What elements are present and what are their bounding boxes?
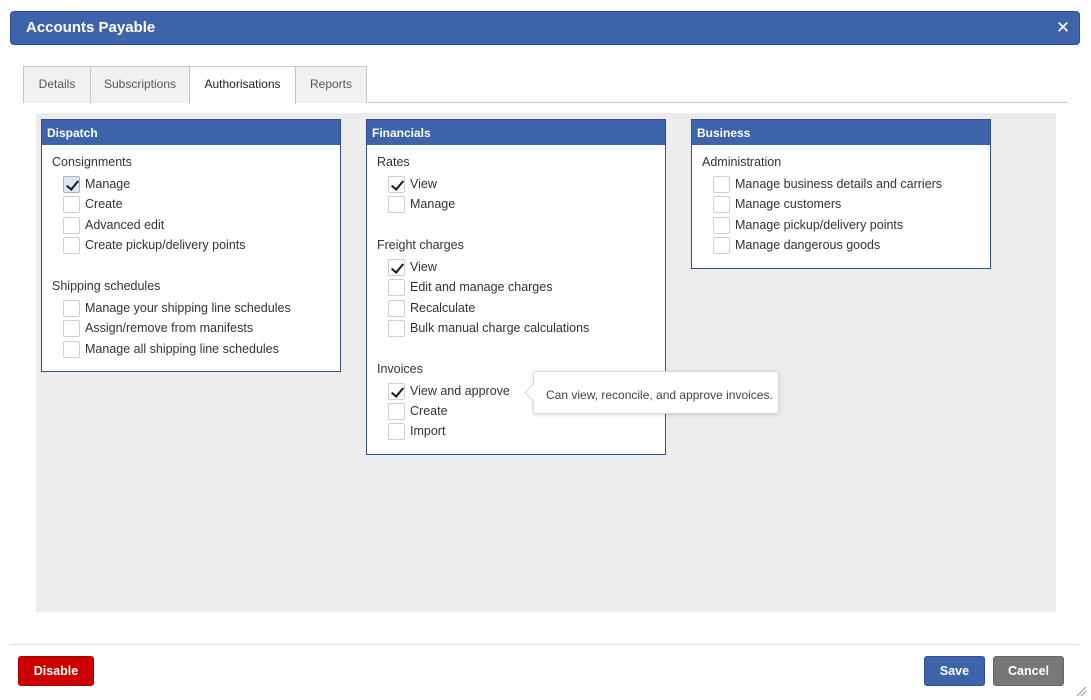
group-title-consignments: Consignments bbox=[52, 155, 132, 169]
disable-button[interactable]: Disable bbox=[18, 656, 94, 686]
tab-authorisations[interactable]: Authorisations bbox=[189, 66, 296, 104]
checkbox-invoices-create[interactable] bbox=[388, 403, 405, 420]
checkbox-label: View bbox=[410, 177, 437, 191]
checkbox-rates-manage[interactable] bbox=[388, 196, 405, 213]
panel-dispatch: Dispatch Consignments Manage Create Adva… bbox=[41, 119, 341, 372]
group-title-shipping-schedules: Shipping schedules bbox=[52, 279, 161, 293]
tab-details[interactable]: Details bbox=[23, 66, 91, 103]
checkbox-manage-customers[interactable] bbox=[713, 196, 730, 213]
group-title-administration: Administration bbox=[702, 155, 782, 169]
panel-header-business: Business bbox=[692, 120, 990, 145]
checkbox-manage-business-details[interactable] bbox=[713, 176, 730, 193]
group-title-rates: Rates bbox=[377, 155, 410, 169]
checkbox-label: Import bbox=[410, 424, 446, 438]
checkbox-label: Manage all shipping line schedules bbox=[85, 342, 279, 356]
checkbox-freight-bulk-manual[interactable] bbox=[388, 320, 405, 337]
checkbox-label: Manage bbox=[410, 197, 456, 211]
close-icon[interactable]: ✕ bbox=[1055, 19, 1071, 36]
group-title-freight-charges: Freight charges bbox=[377, 238, 464, 252]
cancel-button[interactable]: Cancel bbox=[993, 656, 1064, 686]
panel-business: Business Administration Manage business … bbox=[691, 119, 991, 269]
tab-subscriptions[interactable]: Subscriptions bbox=[90, 66, 190, 103]
checkbox-label: Create pickup/delivery points bbox=[85, 238, 246, 252]
checkbox-label: Assign/remove from manifests bbox=[85, 321, 254, 335]
panel-header-financials: Financials bbox=[367, 120, 665, 145]
checkbox-label: Create bbox=[85, 197, 123, 211]
group-title-invoices: Invoices bbox=[377, 362, 423, 376]
tooltip-text: Can view, reconcile, and approve invoice… bbox=[546, 388, 773, 402]
checkbox-manage-your-schedules[interactable] bbox=[63, 300, 80, 317]
tooltip: Can view, reconcile, and approve invoice… bbox=[533, 371, 779, 414]
checkbox-label: Manage pickup/delivery points bbox=[735, 218, 904, 232]
checkbox-label: Create bbox=[410, 404, 448, 418]
checkbox-label: Manage dangerous goods bbox=[735, 238, 881, 252]
checkbox-invoices-import[interactable] bbox=[388, 423, 405, 440]
checkbox-consignments-manage[interactable] bbox=[63, 176, 80, 193]
checkbox-rates-view[interactable] bbox=[388, 176, 405, 193]
checkbox-label: Bulk manual charge calculations bbox=[410, 321, 590, 335]
checkbox-consignments-advanced-edit[interactable] bbox=[63, 217, 80, 234]
checkbox-label: Manage customers bbox=[735, 197, 842, 211]
checkbox-manage-pickup-points[interactable] bbox=[713, 217, 730, 234]
checkbox-label: Manage your shipping line schedules bbox=[85, 301, 291, 315]
checkbox-invoices-view-approve[interactable] bbox=[388, 383, 405, 400]
checkbox-consignments-create-pickup[interactable] bbox=[63, 237, 80, 254]
checkbox-label: Edit and manage charges bbox=[410, 280, 553, 294]
panel-header-dispatch: Dispatch bbox=[42, 120, 340, 145]
dialog-titlebar: Accounts Payable ✕ bbox=[10, 11, 1080, 45]
resize-grip-icon[interactable] bbox=[1075, 685, 1087, 697]
checkbox-label: Advanced edit bbox=[85, 218, 165, 232]
checkbox-label: Manage bbox=[85, 177, 131, 191]
checkbox-freight-recalculate[interactable] bbox=[388, 300, 405, 317]
checkbox-freight-view[interactable] bbox=[388, 259, 405, 276]
checkbox-manage-all-schedules[interactable] bbox=[63, 341, 80, 358]
checkbox-label: Manage business details and carriers bbox=[735, 177, 943, 191]
tab-reports[interactable]: Reports bbox=[295, 66, 367, 103]
footer-divider bbox=[10, 644, 1079, 645]
tab-bar: Details Subscriptions Authorisations Rep… bbox=[23, 66, 1068, 104]
accounts-payable-dialog: Accounts Payable ✕ Details Subscriptions… bbox=[0, 0, 1091, 700]
save-button[interactable]: Save bbox=[924, 656, 985, 686]
checkbox-label: Recalculate bbox=[410, 301, 476, 315]
checkbox-freight-edit-manage[interactable] bbox=[388, 279, 405, 296]
dialog-title: Accounts Payable bbox=[26, 19, 156, 36]
checkbox-manage-dangerous-goods[interactable] bbox=[713, 237, 730, 254]
checkbox-consignments-create[interactable] bbox=[63, 196, 80, 213]
checkbox-label: View and approve bbox=[410, 384, 510, 398]
checkbox-label: View bbox=[410, 260, 437, 274]
checkbox-assign-remove-manifests[interactable] bbox=[63, 320, 80, 337]
